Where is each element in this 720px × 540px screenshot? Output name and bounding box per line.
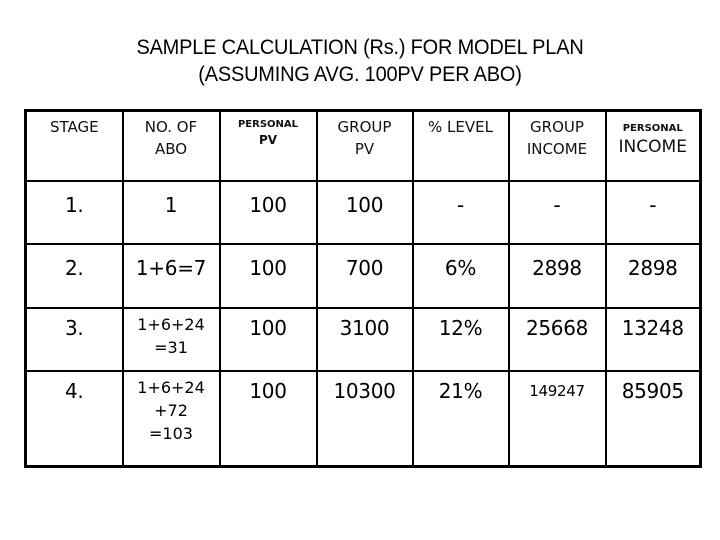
slide-title: SAMPLE CALCULATION (Rs.) FOR MODEL PLAN … (18, 34, 702, 88)
cell-group-pv: 100 (315, 180, 414, 245)
group-income-value: 2898 (532, 256, 582, 280)
header-no-of-abo-line-1: NO. OF (144, 118, 198, 136)
group-income-value: - (553, 193, 561, 217)
no-of-abo-line: +72 (154, 401, 188, 420)
cell-stage: 2. (24, 243, 124, 309)
cell-no-of-abo: 1+6=7 (121, 243, 221, 309)
cell-personal-pv: 100 (218, 243, 318, 309)
cell-percent-level: 12% (411, 307, 510, 372)
cell-group-pv: 700 (315, 243, 414, 309)
percent-level-value: 12% (438, 316, 483, 340)
header-group-income-line-1: GROUP (530, 118, 584, 136)
cell-no-of-abo: 1+6+24 =31 (121, 307, 221, 372)
header-personal-pv-line-2: PV (258, 133, 278, 147)
cell-stage: 3. (24, 307, 124, 372)
header-group-income: GROUP INCOME (507, 109, 607, 182)
cell-group-income: 149247 (507, 370, 607, 468)
stage-value: 2. (65, 256, 84, 280)
no-of-abo-value: 1+6+24 =31 (125, 310, 218, 359)
header-personal-pv-line-1: PERSONAL (237, 119, 299, 130)
group-pv-value: 3100 (339, 316, 390, 340)
cell-personal-pv: 100 (218, 180, 318, 245)
header-stage-label: STAGE (49, 118, 99, 136)
cell-group-income: 25668 (507, 307, 607, 372)
model-plan-table: STAGE NO. OF ABO PERSONAL PV GROUP PV % … (24, 109, 702, 468)
header-group-pv-line-1: GROUP (337, 118, 392, 136)
cell-percent-level: 6% (411, 243, 510, 309)
table-row: 4. 1+6+24 +72 =103 100 10300 21% 149247 … (24, 370, 702, 468)
cell-personal-pv: 100 (218, 307, 318, 372)
no-of-abo-value: 1+6=7 (135, 256, 207, 280)
table-row: 2. 1+6=7 100 700 6% 2898 2898 (24, 243, 702, 309)
header-group-pv-line-2: PV (354, 140, 375, 158)
header-percent-level: % LEVEL (411, 109, 510, 182)
table-row: 1. 1 100 100 - - - (24, 180, 702, 245)
table-header-row: STAGE NO. OF ABO PERSONAL PV GROUP PV % … (24, 109, 702, 182)
cell-group-pv: 3100 (315, 307, 414, 372)
group-income-value: 25668 (525, 316, 589, 340)
table-row: 3. 1+6+24 =31 100 3100 12% 25668 13248 (24, 307, 702, 372)
group-income-value: 149247 (529, 382, 585, 400)
cell-personal-income: 85905 (604, 370, 702, 468)
header-personal-income-line-1: PERSONAL (622, 123, 683, 134)
header-personal-income-line-2: INCOME (618, 137, 687, 157)
no-of-abo-value: 1+6+24 +72 =103 (125, 373, 218, 445)
cell-percent-level: 21% (411, 370, 510, 468)
no-of-abo-line: =31 (154, 338, 188, 357)
header-personal-pv: PERSONAL PV (218, 109, 318, 182)
cell-percent-level: - (411, 180, 510, 245)
cell-personal-income: 13248 (604, 307, 702, 372)
no-of-abo-line: 1+6+24 (137, 378, 205, 397)
personal-income-value: 13248 (621, 316, 684, 340)
cell-group-income: 2898 (507, 243, 607, 309)
cell-stage: 4. (24, 370, 124, 468)
header-group-pv: GROUP PV (315, 109, 414, 182)
stage-value: 3. (65, 316, 84, 340)
personal-income-value: 85905 (621, 379, 684, 403)
cell-personal-income: - (604, 180, 702, 245)
cell-no-of-abo: 1 (121, 180, 221, 245)
header-no-of-abo: NO. OF ABO (121, 109, 221, 182)
header-group-income-line-2: INCOME (526, 140, 588, 158)
header-no-of-abo-line-2: ABO (154, 140, 188, 158)
personal-income-value: 2898 (627, 256, 678, 280)
group-pv-value: 700 (345, 256, 384, 280)
no-of-abo-value: 1 (164, 193, 178, 217)
header-personal-income: PERSONAL INCOME (604, 109, 702, 182)
cell-no-of-abo: 1+6+24 +72 =103 (121, 370, 221, 468)
personal-pv-value: 100 (249, 193, 287, 217)
stage-value: 1. (65, 193, 84, 217)
title-line-2: (ASSUMING AVG. 100PV PER ABO) (198, 63, 522, 86)
stage-value: 4. (65, 379, 84, 403)
no-of-abo-line: =103 (149, 424, 193, 443)
cell-personal-pv: 100 (218, 370, 318, 468)
personal-pv-value: 100 (249, 256, 287, 280)
personal-pv-value: 100 (249, 379, 287, 403)
percent-level-value: - (457, 193, 464, 217)
header-percent-level-label: % LEVEL (428, 118, 493, 136)
group-pv-value: 10300 (333, 379, 396, 403)
cell-group-pv: 10300 (315, 370, 414, 468)
header-stage: STAGE (24, 109, 124, 182)
group-pv-value: 100 (345, 193, 384, 217)
cell-group-income: - (507, 180, 607, 245)
title-line-1: SAMPLE CALCULATION (Rs.) FOR MODEL PLAN (136, 36, 584, 59)
cell-personal-income: 2898 (604, 243, 702, 309)
percent-level-value: 6% (444, 256, 477, 280)
personal-pv-value: 100 (249, 316, 287, 340)
cell-stage: 1. (24, 180, 124, 245)
personal-income-value: - (649, 193, 657, 217)
percent-level-value: 21% (438, 379, 483, 403)
no-of-abo-line: 1+6+24 (137, 315, 205, 334)
